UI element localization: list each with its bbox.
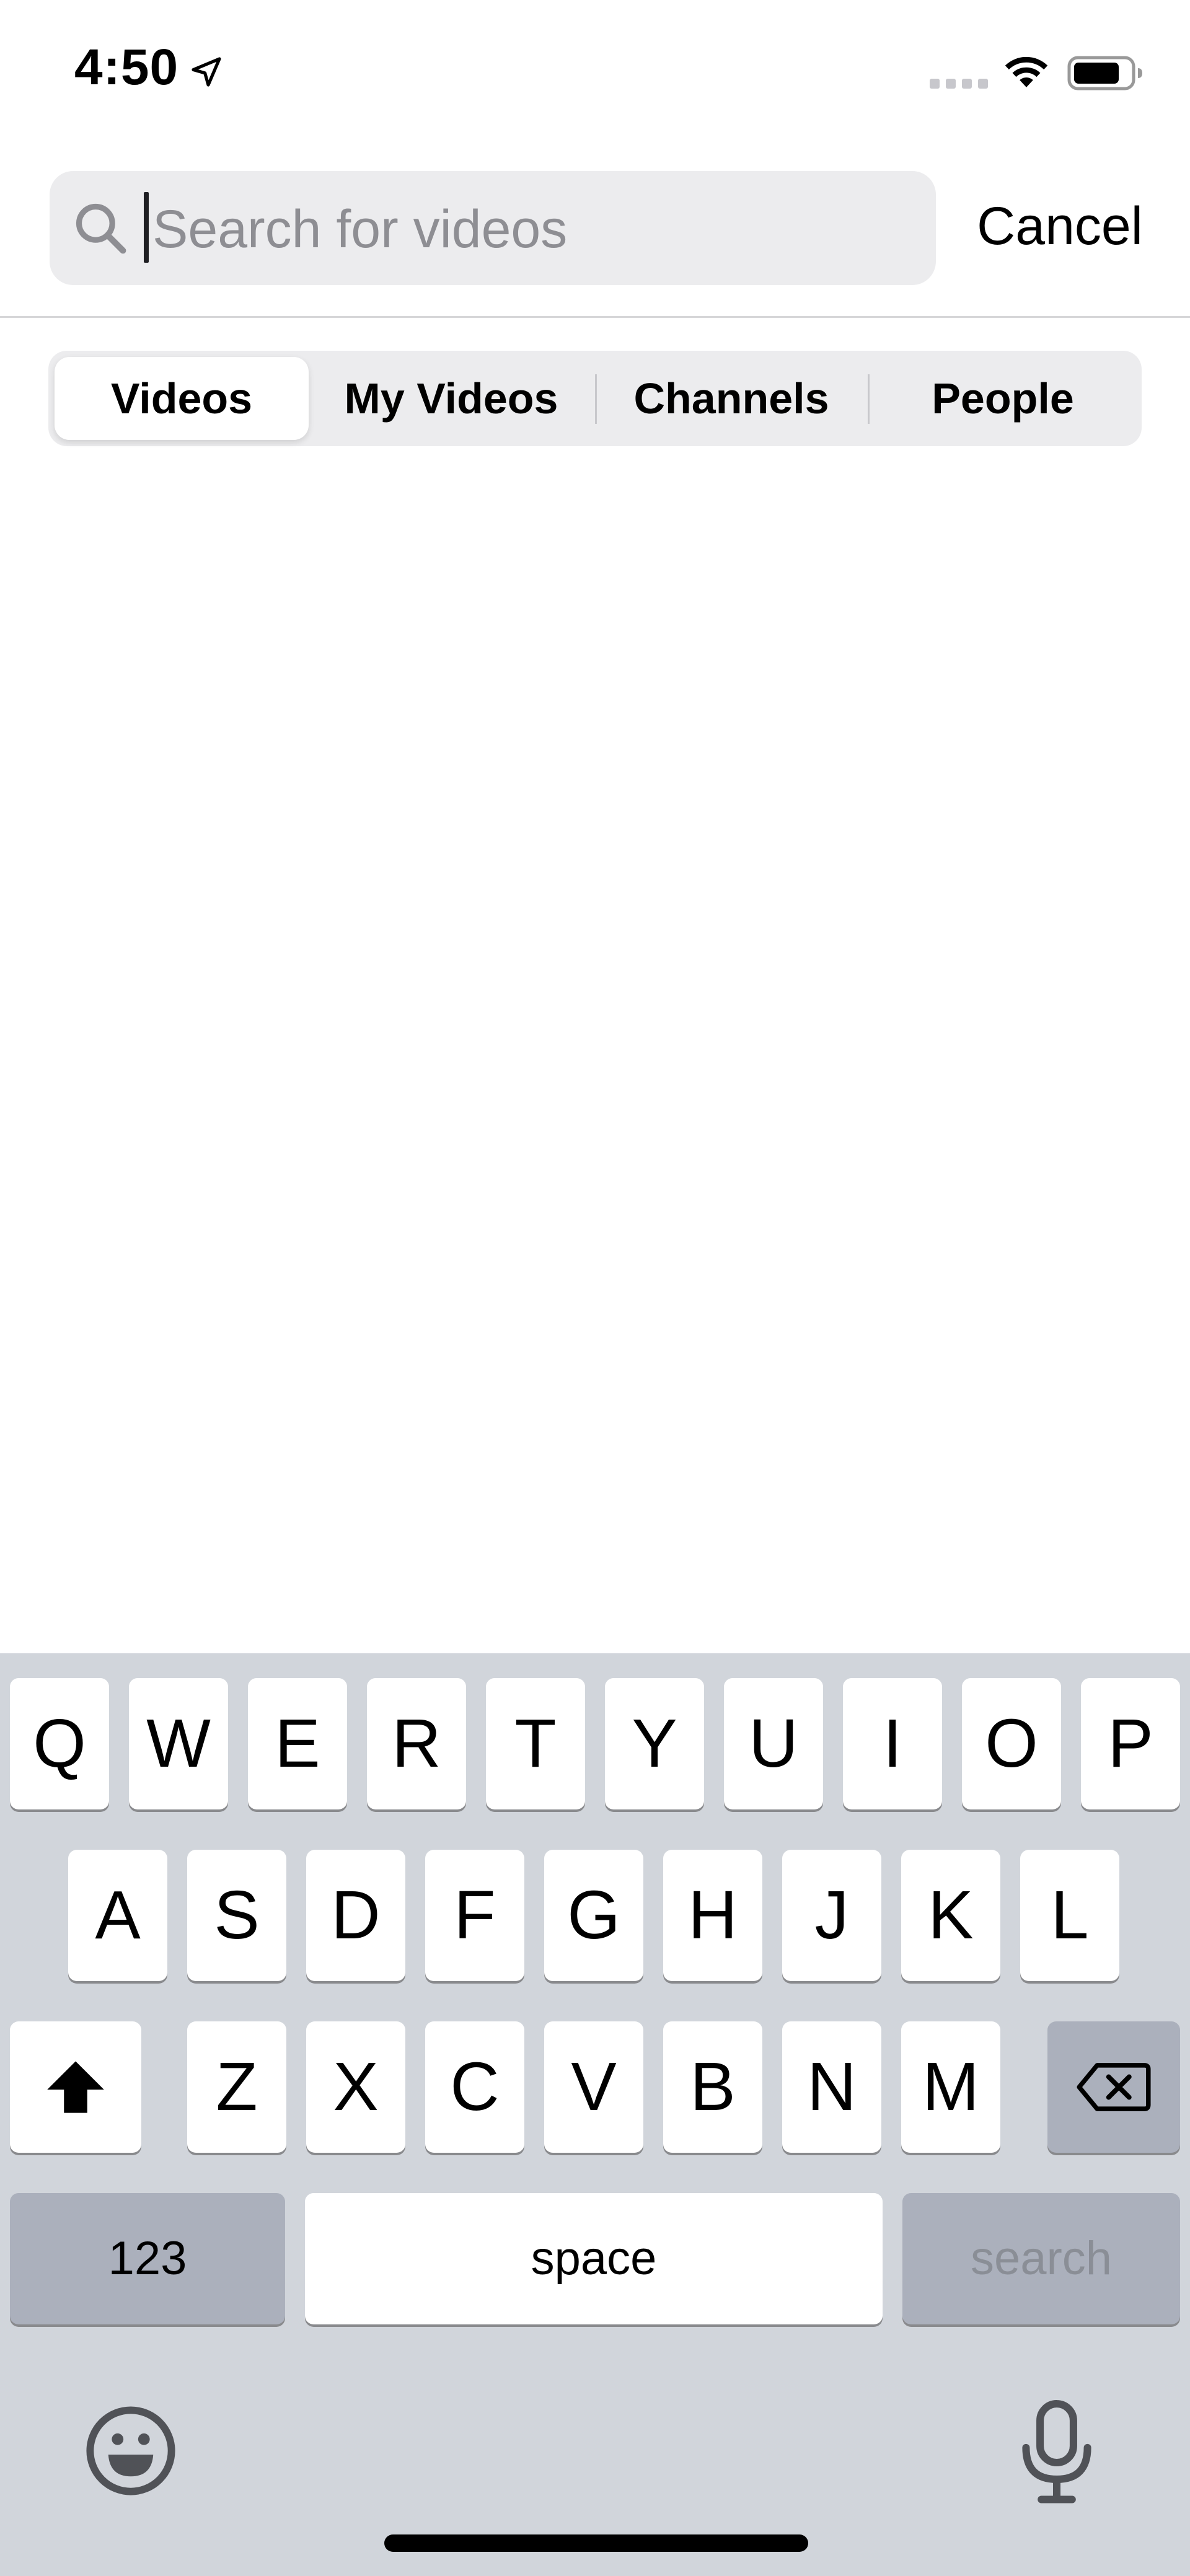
cancel-button[interactable]: Cancel (967, 186, 1153, 266)
key-j[interactable]: J (782, 1850, 881, 1981)
search-key[interactable]: search (902, 2193, 1180, 2324)
numbers-key[interactable]: 123 (10, 2193, 285, 2324)
battery-icon (1067, 56, 1142, 90)
tab-channels[interactable]: Channels (596, 351, 866, 446)
key-x[interactable]: X (306, 2021, 405, 2153)
key-n[interactable]: N (782, 2021, 881, 2153)
key-s[interactable]: S (187, 1850, 286, 1981)
key-m[interactable]: M (901, 2021, 1000, 2153)
signal-icon (930, 79, 988, 89)
key-a[interactable]: A (68, 1850, 167, 1981)
key-i[interactable]: I (843, 1678, 942, 1809)
key-e[interactable]: E (248, 1678, 347, 1809)
key-p[interactable]: P (1081, 1678, 1180, 1809)
home-indicator[interactable] (384, 2534, 808, 2552)
shift-icon (47, 2061, 104, 2113)
key-u[interactable]: U (724, 1678, 823, 1809)
key-k[interactable]: K (901, 1850, 1000, 1981)
text-cursor (144, 192, 149, 263)
tab-people[interactable]: People (869, 351, 1137, 446)
key-t[interactable]: T (486, 1678, 585, 1809)
search-scope-tabs: Videos My Videos Channels People (48, 351, 1142, 446)
microphone-icon[interactable] (1016, 2399, 1097, 2505)
backspace-key[interactable] (1047, 2021, 1180, 2153)
emoji-icon[interactable] (84, 2404, 177, 2497)
key-d[interactable]: D (306, 1850, 405, 1981)
key-y[interactable]: Y (605, 1678, 704, 1809)
key-f[interactable]: F (425, 1850, 524, 1981)
key-q[interactable]: Q (10, 1678, 109, 1809)
key-o[interactable]: O (962, 1678, 1061, 1809)
search-icon (76, 203, 126, 254)
key-b[interactable]: B (663, 2021, 762, 2153)
search-input[interactable] (149, 196, 921, 263)
key-h[interactable]: H (663, 1850, 762, 1981)
location-arrow-icon (192, 57, 221, 87)
space-key[interactable]: space (305, 2193, 883, 2324)
key-v[interactable]: V (544, 2021, 643, 2153)
key-l[interactable]: L (1020, 1850, 1119, 1981)
tab-my-videos[interactable]: My Videos (309, 351, 594, 446)
header-divider (0, 316, 1190, 318)
status-time: 4:50 (74, 39, 179, 95)
tab-videos[interactable]: Videos (55, 351, 309, 446)
key-g[interactable]: G (544, 1850, 643, 1981)
key-z[interactable]: Z (187, 2021, 286, 2153)
backspace-icon (1077, 2063, 1151, 2111)
wifi-icon (1005, 56, 1048, 87)
key-c[interactable]: C (425, 2021, 524, 2153)
status-bar: 4:50 (0, 0, 1190, 149)
key-w[interactable]: W (129, 1678, 228, 1809)
shift-key[interactable] (10, 2021, 141, 2153)
key-r[interactable]: R (367, 1678, 466, 1809)
